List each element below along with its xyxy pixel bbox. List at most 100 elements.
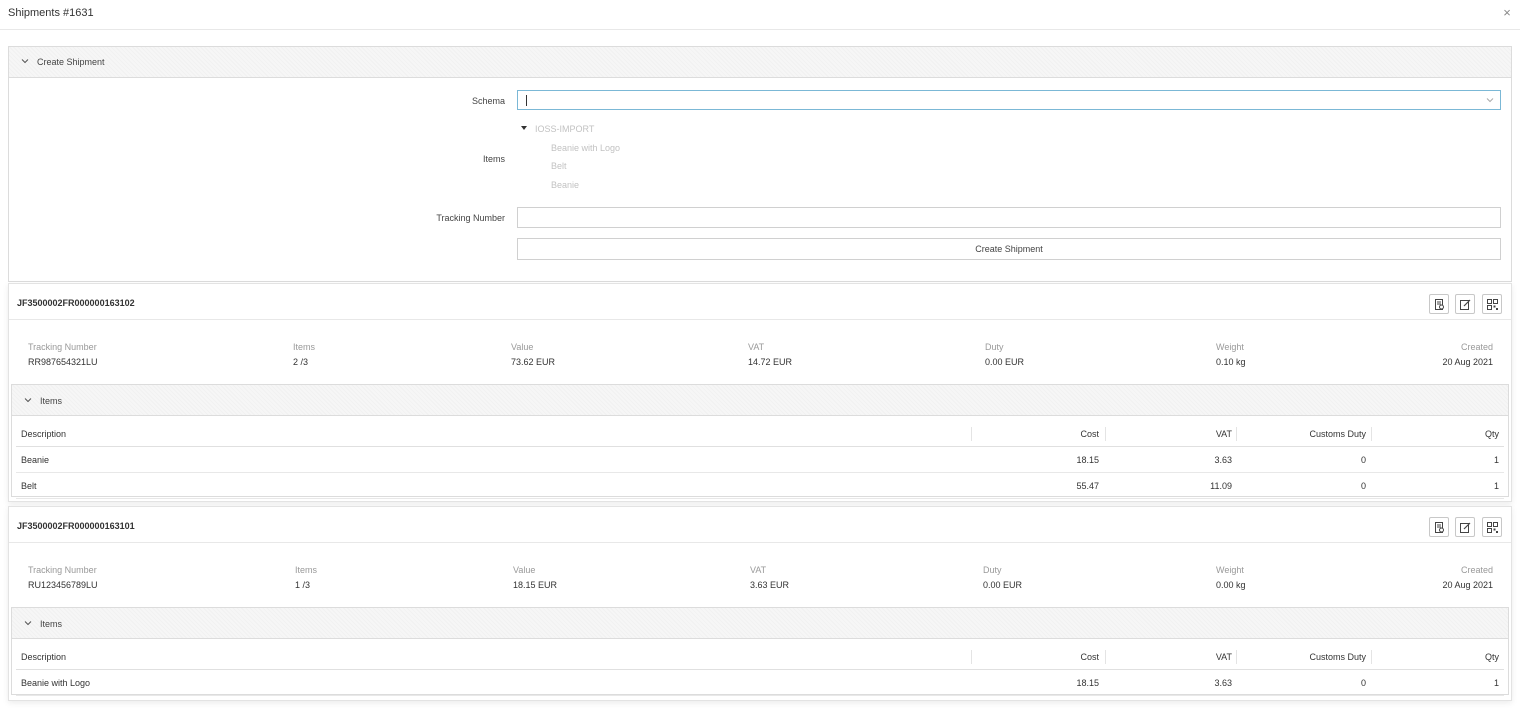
fact-value: 0.00 kg — [1216, 580, 1246, 590]
shipment-card: JF3500002FR000000163101 Tracking Number R… — [8, 506, 1512, 701]
fact-value: RU123456789LU — [28, 580, 98, 590]
edit-button[interactable] — [1455, 294, 1475, 314]
edit-button[interactable] — [1455, 517, 1475, 537]
fact-label: Items — [295, 565, 318, 575]
items-label: Items — [482, 154, 505, 164]
chevron-down-icon — [24, 398, 32, 403]
tree-node-item[interactable]: Belt — [551, 161, 567, 171]
cell-cost: 55.47 — [1076, 481, 1099, 491]
fact-label: Items — [293, 342, 316, 352]
edit-icon — [1460, 299, 1471, 310]
chevron-down-icon — [24, 621, 32, 626]
create-shipment-header-label: Create Shipment — [37, 57, 105, 67]
fact-label: Weight — [1216, 565, 1244, 575]
dialog-title: Shipments #1631 — [8, 7, 94, 19]
schema-label: Schema — [471, 96, 505, 106]
column-divider[interactable] — [1236, 427, 1237, 441]
close-icon[interactable]: × — [1500, 6, 1514, 20]
fact-weight: Weight 0.00 kg — [1216, 565, 1246, 590]
column-header-qty[interactable]: Qty — [1485, 652, 1499, 662]
fact-value: Value 73.62 EUR — [511, 342, 555, 367]
column-header-vat[interactable]: VAT — [1216, 652, 1232, 662]
shipment-card: JF3500002FR000000163102 Tracking Number R… — [8, 283, 1512, 502]
tree-node-item[interactable]: Beanie with Logo — [551, 143, 620, 153]
fact-label: VAT — [750, 565, 767, 575]
fact-weight: Weight 0.10 kg — [1216, 342, 1246, 367]
shipment-items-header[interactable]: Items — [12, 608, 1508, 639]
fact-value-text: 18.15 EUR — [513, 580, 558, 590]
fact-tracking-number: Tracking Number RR987654321LU — [28, 342, 98, 367]
cell-vat: 11.09 — [1210, 481, 1232, 491]
table-row[interactable]: Beanie with Logo 18.15 3.63 0 1 — [16, 670, 1504, 696]
dialog-titlebar: Shipments #1631 × — [0, 0, 1520, 30]
schema-select[interactable] — [517, 90, 1501, 110]
cell-qty: 1 — [1493, 678, 1499, 688]
fact-value: 0.10 kg — [1216, 357, 1246, 367]
tree-node-item[interactable]: Beanie — [551, 180, 579, 190]
create-shipment-header[interactable]: Create Shipment — [9, 47, 1511, 78]
fact-value: 14.72 EUR — [748, 357, 793, 367]
cell-customs-duty: 0 — [1360, 481, 1366, 491]
qr-code-button[interactable] — [1482, 517, 1502, 537]
label-document-icon — [1435, 299, 1444, 310]
cell-qty: 1 — [1493, 481, 1499, 491]
label-document-button[interactable] — [1429, 517, 1449, 537]
fact-label: Tracking Number — [28, 342, 97, 352]
fact-value: 0.00 EUR — [985, 357, 1025, 367]
column-divider[interactable] — [971, 427, 972, 441]
column-header-description[interactable]: Description — [21, 429, 66, 439]
qr-code-icon — [1487, 299, 1498, 310]
qr-code-button[interactable] — [1482, 294, 1502, 314]
column-header-description[interactable]: Description — [21, 652, 66, 662]
fact-value: 2 /3 — [293, 357, 309, 367]
column-header-cost[interactable]: Cost — [1080, 429, 1099, 439]
shipment-card-header: JF3500002FR000000163102 — [9, 284, 1511, 320]
cell-customs-duty: 0 — [1360, 678, 1366, 688]
fact-label: Weight — [1216, 342, 1244, 352]
fact-label: Duty — [985, 342, 1004, 352]
fact-vat: VAT 3.63 EUR — [750, 565, 789, 590]
fact-label: Created — [1460, 342, 1493, 352]
label-document-button[interactable] — [1429, 294, 1449, 314]
fact-value: 20 Aug 2021 — [1442, 580, 1493, 590]
fact-label: Duty — [983, 565, 1002, 575]
chevron-down-icon — [21, 59, 29, 64]
fact-duty: Duty 0.00 EUR — [983, 565, 1022, 590]
fact-items: Items 2 /3 — [293, 342, 315, 367]
cell-description: Belt — [21, 481, 37, 491]
fact-tracking-number: Tracking Number RU123456789LU — [28, 565, 98, 590]
column-divider[interactable] — [1105, 650, 1106, 664]
column-divider[interactable] — [1371, 427, 1372, 441]
column-header-customs-duty[interactable]: Customs Duty — [1309, 429, 1366, 439]
edit-icon — [1460, 522, 1471, 533]
tracking-number-input[interactable] — [517, 207, 1501, 228]
fact-value: 1 /3 — [295, 580, 311, 590]
column-divider[interactable] — [1236, 650, 1237, 664]
fact-label: VAT — [748, 342, 765, 352]
fact-value: RR987654321LU — [28, 357, 98, 367]
fact-label: Tracking Number — [28, 565, 97, 575]
table-row[interactable]: Beanie 18.15 3.63 0 1 — [16, 447, 1504, 473]
column-divider[interactable] — [1371, 650, 1372, 664]
chevron-down-icon[interactable] — [1486, 96, 1494, 104]
create-shipment-button[interactable]: Create Shipment — [517, 238, 1501, 260]
shipment-items-header-label: Items — [40, 396, 63, 406]
fact-duty: Duty 0.00 EUR — [985, 342, 1024, 367]
table-row[interactable]: Belt 55.47 11.09 0 1 — [16, 473, 1504, 499]
fact-label: Created — [1460, 565, 1493, 575]
column-header-cost[interactable]: Cost — [1080, 652, 1099, 662]
fact-value: 3.63 EUR — [750, 580, 790, 590]
cell-qty: 1 — [1493, 455, 1499, 465]
column-header-vat[interactable]: VAT — [1216, 429, 1232, 439]
fact-vat: VAT 14.72 EUR — [748, 342, 792, 367]
fact-items: Items 1 /3 — [295, 565, 317, 590]
column-header-qty[interactable]: Qty — [1485, 429, 1499, 439]
tree-node-root-label: IOSS-IMPORT — [535, 124, 595, 134]
column-divider[interactable] — [971, 650, 972, 664]
table-header-row: Description Cost VAT Customs Duty Qty — [16, 421, 1504, 447]
column-header-customs-duty[interactable]: Customs Duty — [1309, 652, 1366, 662]
shipment-items-header[interactable]: Items — [12, 385, 1508, 416]
column-divider[interactable] — [1105, 427, 1106, 441]
label-document-icon — [1435, 522, 1444, 533]
tree-expand-icon[interactable] — [521, 126, 527, 130]
